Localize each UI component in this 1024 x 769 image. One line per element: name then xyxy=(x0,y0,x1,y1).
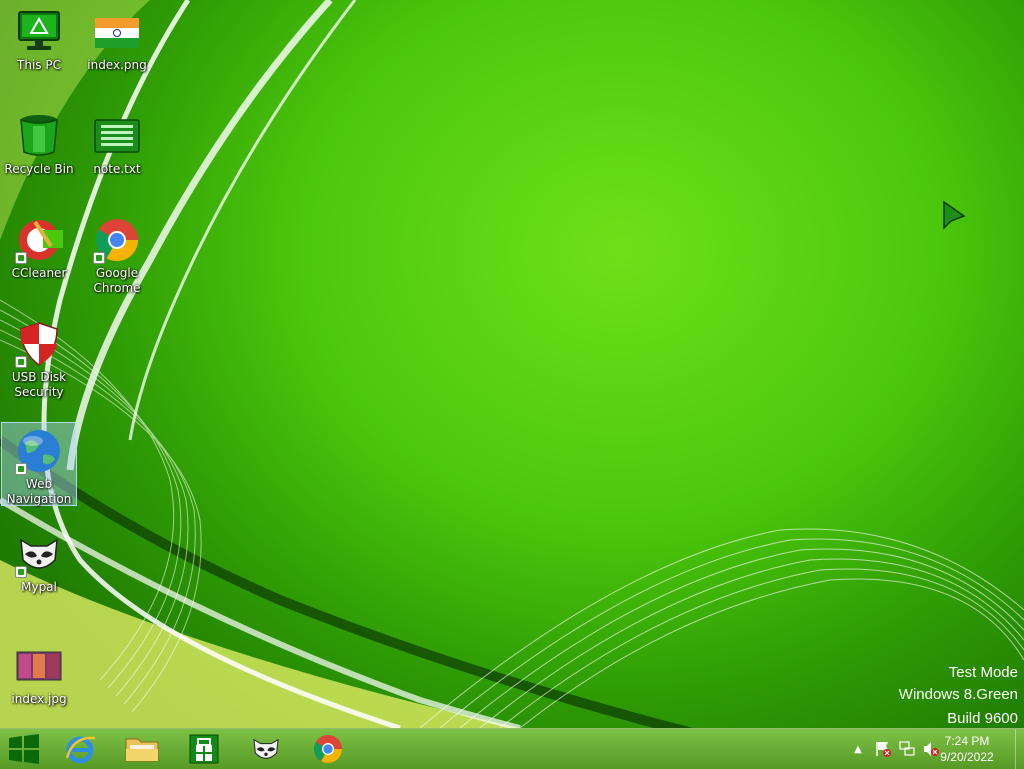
shortcut-arrow-icon xyxy=(15,463,27,475)
desktop-icon-label: note.txt xyxy=(93,162,141,176)
taskbar-clock[interactable]: 7:24 PM 9/20/2022 xyxy=(932,733,1002,765)
raccoon-icon xyxy=(15,530,63,578)
taskbar-store[interactable] xyxy=(176,731,232,767)
chrome-icon xyxy=(93,216,141,264)
mouse-cursor-icon xyxy=(943,200,966,230)
taskbar-file-explorer[interactable] xyxy=(114,731,170,767)
desktop-icon-index-png[interactable]: index.png xyxy=(80,4,154,100)
desktop-icon-label: USB Disk Security xyxy=(11,370,67,399)
shortcut-arrow-icon xyxy=(15,252,27,264)
shield-icon xyxy=(15,320,63,368)
desktop-icon-note-txt[interactable]: note.txt xyxy=(80,108,154,204)
raccoon-icon xyxy=(253,738,279,759)
image-photo-icon xyxy=(15,642,63,690)
shortcut-arrow-icon xyxy=(93,252,105,264)
desktop-icon-this-pc[interactable]: This PC xyxy=(2,4,76,100)
taskbar-internet-explorer[interactable] xyxy=(52,731,108,767)
action-center-flag-icon[interactable] xyxy=(874,740,892,758)
ccleaner-icon xyxy=(15,216,63,264)
watermark-os-name: Windows 8.Green xyxy=(898,686,1018,703)
folder-icon xyxy=(125,738,159,762)
image-flag-icon xyxy=(93,8,141,56)
desktop-icon-web-navigation[interactable]: Web Navigation xyxy=(1,422,77,506)
clock-time: 7:24 PM xyxy=(944,734,990,748)
system-tray: ▲ xyxy=(850,729,940,769)
shortcut-arrow-icon xyxy=(15,356,27,368)
taskbar: ▲ 7:24 PM 9/20/2022 xyxy=(0,728,1024,769)
desktop-icon-label: This PC xyxy=(17,58,61,72)
desktop-icon-google-chrome[interactable]: Google Chrome xyxy=(80,212,154,308)
clock-date: 9/20/2022 xyxy=(940,750,994,764)
desktop-icon-mypal[interactable]: Mypal xyxy=(2,526,76,622)
desktop-icon-usb-disk-security[interactable]: USB Disk Security xyxy=(2,316,76,412)
shortcut-arrow-icon xyxy=(15,566,27,578)
desktop-icon-label: index.jpg xyxy=(11,692,67,706)
desktop-icon-label: CCleaner xyxy=(11,266,67,280)
desktop-icon-label: Recycle Bin xyxy=(4,162,74,176)
taskbar-chrome[interactable] xyxy=(300,731,356,767)
network-icon[interactable] xyxy=(898,740,916,758)
desktop-icon-label: Mypal xyxy=(21,580,57,594)
desktop[interactable]: This PC Recycle Bin CCleaner USB Disk Se… xyxy=(0,0,1024,728)
desktop-icon-recycle-bin[interactable]: Recycle Bin xyxy=(2,108,76,204)
ie-icon xyxy=(65,736,96,764)
globe-icon xyxy=(15,427,63,475)
monitor-icon xyxy=(15,8,63,56)
desktop-icon-label: Web Navigation xyxy=(6,477,72,506)
chrome-icon xyxy=(313,735,342,764)
watermark-build: Build 9600 xyxy=(947,710,1018,727)
watermark-test-mode: Test Mode xyxy=(948,664,1018,681)
desktop-icon-index-jpg[interactable]: index.jpg xyxy=(2,638,76,728)
recycle-bin-icon xyxy=(15,112,63,160)
taskbar-mypal[interactable] xyxy=(238,731,294,767)
desktop-icon-ccleaner[interactable]: CCleaner xyxy=(2,212,76,308)
show-desktop-button[interactable] xyxy=(1015,729,1024,769)
windows-logo-icon xyxy=(9,734,39,764)
store-icon xyxy=(189,734,219,764)
desktop-icon-label: index.png xyxy=(87,58,147,72)
show-hidden-icons-chevron-up-icon[interactable]: ▲ xyxy=(850,744,866,755)
text-file-icon xyxy=(93,112,141,160)
start-button[interactable] xyxy=(0,731,48,767)
desktop-icon-label: Google Chrome xyxy=(93,266,141,295)
